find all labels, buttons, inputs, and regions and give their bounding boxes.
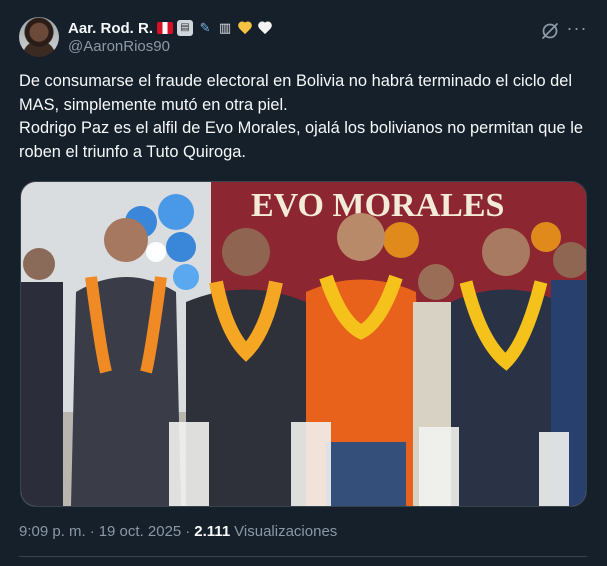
grok-icon[interactable] [540,21,560,41]
tweet-paragraph: Rodrigo Paz es el alfil de Evo Morales, … [19,119,583,161]
tweet-paragraph: De consumarse el fraude electoral en Bol… [19,72,573,114]
peru-flag-icon [157,22,174,34]
tweet-text: De consumarse el fraude electoral en Bol… [19,70,587,164]
divider [19,556,587,557]
author-name[interactable]: Aar. Rod. R. [68,20,153,37]
views-label: Visualizaciones [234,523,338,540]
author-handle[interactable]: @AaronRios90 [68,38,170,55]
banner-text: EVO MORALES [251,187,504,224]
newspaper-icon: ▤ [177,20,194,36]
person [21,248,63,506]
author-row: Aar. Rod. R. ▤ ✎ ▥ [68,18,273,38]
separator: · [185,523,191,540]
more-options-icon[interactable]: ··· [566,19,588,41]
tweet-date[interactable]: 19 oct. 2025 [99,523,182,540]
avatar[interactable] [19,17,59,57]
views-count: 2.111 [194,523,231,540]
syringe-icon: ✎ [199,20,211,35]
tweet-photo[interactable]: EVO MORALES [20,181,587,507]
tweet-time[interactable]: 9:09 p. m. [19,523,86,540]
open-book-icon: ▥ [218,20,232,35]
yellow-heart-icon [237,20,253,36]
separator: · [89,523,95,540]
photo-illustration: EVO MORALES [21,182,586,506]
tweet-meta: 9:09 p. m. · 19 oct. 2025 · 2.111 Visual… [19,523,337,540]
white-heart-icon [257,20,273,36]
tweet: Aar. Rod. R. ▤ ✎ ▥ @AaronRios90 ··· De c… [0,0,607,566]
